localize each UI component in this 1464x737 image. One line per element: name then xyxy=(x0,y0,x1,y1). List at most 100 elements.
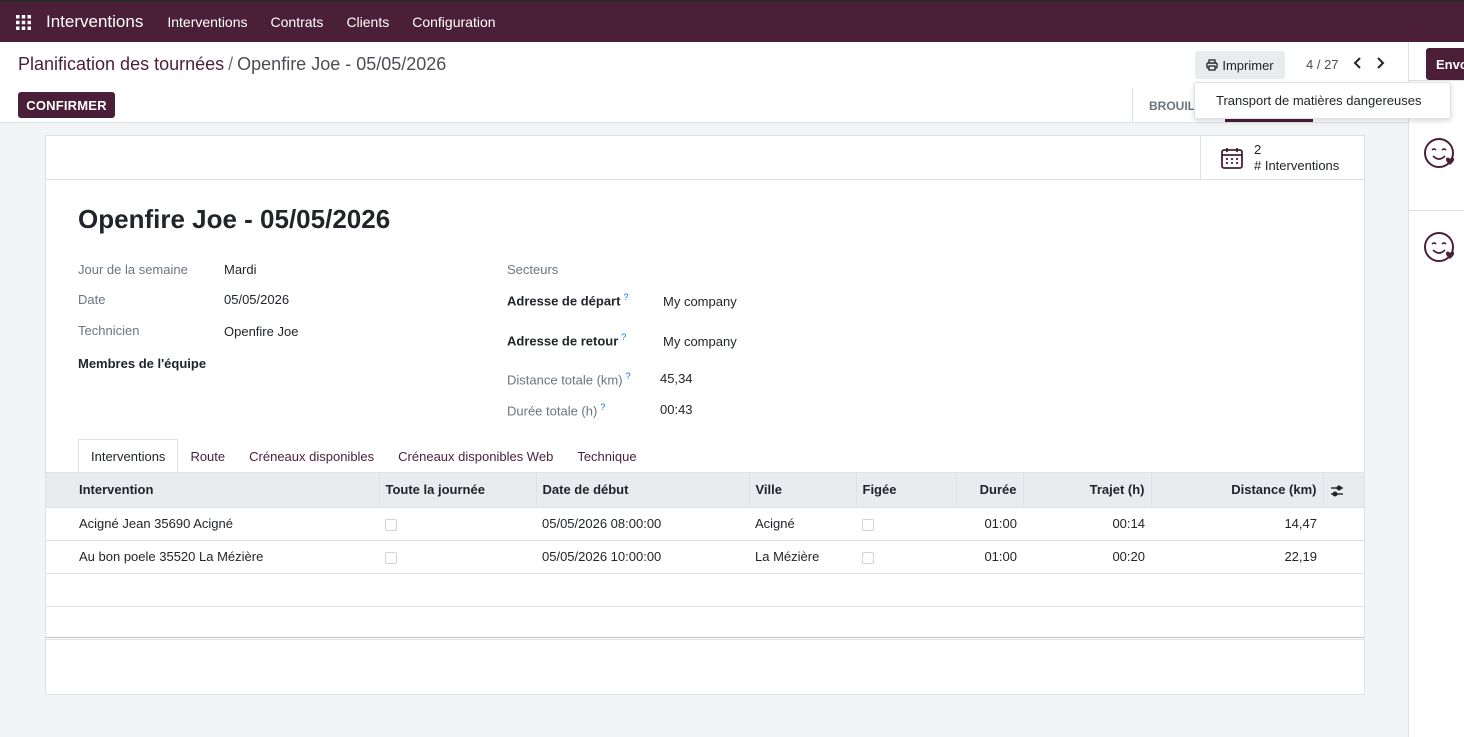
frozen-checkbox[interactable] xyxy=(862,518,874,531)
cell-frozen xyxy=(856,540,956,574)
breadcrumb: Planification des tournées / Openfire Joe … xyxy=(18,54,446,75)
cell-duration: 01:00 xyxy=(956,540,1023,574)
cell-intervention: Au bon poele 35520 La Mézière xyxy=(46,540,379,574)
print-button[interactable]: Imprimer xyxy=(1195,51,1285,79)
sliders-icon xyxy=(1330,485,1343,497)
help-icon[interactable]: ? xyxy=(621,332,626,342)
record-title[interactable]: Openfire Joe - 05/05/2026 xyxy=(78,204,390,235)
cell-city: La Mézière xyxy=(749,540,856,574)
help-icon[interactable]: ? xyxy=(626,371,631,381)
pager-previous-button[interactable] xyxy=(1350,54,1366,72)
breadcrumb-separator: / xyxy=(228,54,234,74)
app-title[interactable]: Interventions xyxy=(46,12,143,32)
chevron-right-icon xyxy=(1377,57,1385,69)
apps-grid-icon[interactable] xyxy=(0,1,46,43)
column-header[interactable]: Figée xyxy=(856,473,957,508)
value-date[interactable]: 05/05/2026 xyxy=(224,292,289,307)
smart-button-label: # Interventions xyxy=(1254,158,1340,173)
avatar-icon[interactable] xyxy=(1423,136,1457,170)
cell-intervention: Acigné Jean 35690 Acigné xyxy=(46,507,379,541)
column-header[interactable]: Trajet (h) xyxy=(1023,473,1152,508)
value-return-address[interactable]: My company xyxy=(663,334,737,349)
column-header[interactable]: Toute la journée xyxy=(379,473,537,508)
cell-start-date: 05/05/2026 08:00:00 xyxy=(536,507,749,541)
cell-travel: 00:20 xyxy=(1023,540,1151,574)
label-weekday: Jour de la semaine xyxy=(78,262,188,277)
table-row[interactable]: Acigné Jean 35690 Acigné 05/05/2026 08:0… xyxy=(46,507,1364,541)
cell-city: Acigné xyxy=(749,507,856,541)
menu-contrats[interactable]: Contrats xyxy=(271,14,324,30)
breadcrumb-current: Openfire Joe - 05/05/2026 xyxy=(237,54,447,74)
cell-duration: 01:00 xyxy=(956,507,1023,541)
cell-travel: 00:14 xyxy=(1023,507,1151,541)
printer-icon xyxy=(1206,59,1219,71)
breadcrumb-parent[interactable]: Planification des tournées xyxy=(18,54,224,74)
label-return-address: Adresse de retour? xyxy=(507,332,626,348)
chatter-divider xyxy=(1409,210,1464,211)
table-row[interactable]: Au bon poele 35520 La Mézière 05/05/2026… xyxy=(46,540,1364,574)
button-box: 2 # Interventions xyxy=(46,136,1364,180)
column-header[interactable]: Intervention xyxy=(46,473,380,508)
tab-route[interactable]: Route xyxy=(178,439,237,474)
optional-columns-toggle[interactable] xyxy=(1323,473,1364,508)
label-total-distance: Distance totale (km)? xyxy=(507,371,631,387)
cell-distance: 22,19 xyxy=(1151,540,1323,574)
label-start-address-text: Adresse de départ xyxy=(507,293,621,309)
all-day-checkbox[interactable] xyxy=(385,518,397,531)
label-technician: Technicien xyxy=(78,323,140,338)
calendar-icon xyxy=(1221,148,1243,169)
interventions-smart-button[interactable]: 2 # Interventions xyxy=(1200,136,1364,180)
column-header[interactable]: Date de début xyxy=(536,473,750,508)
table-header: Intervention Toute la journée Date de dé… xyxy=(46,473,1364,508)
chevron-left-icon xyxy=(1353,57,1361,69)
value-total-duration: 00:43 xyxy=(660,402,693,417)
chatter-divider xyxy=(1409,80,1464,81)
table-row-empty xyxy=(46,573,1364,607)
help-icon[interactable]: ? xyxy=(600,402,605,412)
smart-button-value: 2 xyxy=(1254,142,1262,157)
pager-value[interactable]: 4 / 27 xyxy=(1306,57,1339,72)
cell-start-date: 05/05/2026 10:00:00 xyxy=(536,540,749,574)
menu-interventions[interactable]: Interventions xyxy=(167,14,247,30)
chatter-panel: Envo xyxy=(1408,42,1464,737)
value-weekday[interactable]: Mardi xyxy=(224,262,257,277)
label-total-distance-text: Distance totale (km) xyxy=(507,372,623,388)
tab-available-slots[interactable]: Créneaux disponibles xyxy=(237,439,386,474)
column-header[interactable]: Distance (km) xyxy=(1151,473,1324,508)
avatar-icon[interactable] xyxy=(1423,230,1457,264)
value-total-distance: 45,34 xyxy=(660,371,693,386)
interventions-table: Intervention Toute la journée Date de dé… xyxy=(46,472,1364,640)
print-label: Imprimer xyxy=(1222,57,1274,73)
menu-configuration[interactable]: Configuration xyxy=(412,14,495,30)
label-start-address: Adresse de départ? xyxy=(507,292,628,308)
column-header[interactable]: Durée xyxy=(956,473,1024,508)
label-total-duration: Durée totale (h)? xyxy=(507,402,605,418)
all-day-checkbox[interactable] xyxy=(385,551,397,564)
notebook-tabs: Interventions Route Créneaux disponibles… xyxy=(78,439,649,474)
help-icon[interactable]: ? xyxy=(623,292,628,302)
print-dropdown-item[interactable]: Transport de matières dangereuses xyxy=(1194,82,1451,119)
menu-clients[interactable]: Clients xyxy=(346,14,389,30)
cell-all-day xyxy=(379,507,536,541)
column-header[interactable]: Ville xyxy=(749,473,857,508)
pager-next-button[interactable] xyxy=(1372,54,1388,72)
cell-frozen xyxy=(856,507,956,541)
tab-technical[interactable]: Technique xyxy=(565,439,648,474)
value-start-address[interactable]: My company xyxy=(663,294,737,309)
cell-empty xyxy=(1323,507,1364,541)
table-footer-divider xyxy=(46,637,1364,638)
tab-available-slots-web[interactable]: Créneaux disponibles Web xyxy=(386,439,565,474)
confirm-button[interactable]: CONFIRMER xyxy=(18,92,115,118)
send-message-button[interactable]: Envo xyxy=(1426,48,1464,80)
label-return-address-text: Adresse de retour xyxy=(507,333,619,349)
value-technician[interactable]: Openfire Joe xyxy=(224,324,298,339)
tab-interventions[interactable]: Interventions xyxy=(78,439,179,474)
table-row-empty xyxy=(46,606,1364,640)
label-team-members: Membres de l'équipe xyxy=(78,356,207,371)
top-navbar: Interventions Interventions Contrats Cli… xyxy=(0,0,1464,42)
frozen-checkbox[interactable] xyxy=(862,551,874,564)
cell-all-day xyxy=(379,540,536,574)
label-sectors: Secteurs xyxy=(507,262,559,277)
label-date: Date xyxy=(78,292,106,307)
cell-distance: 14,47 xyxy=(1151,507,1323,541)
